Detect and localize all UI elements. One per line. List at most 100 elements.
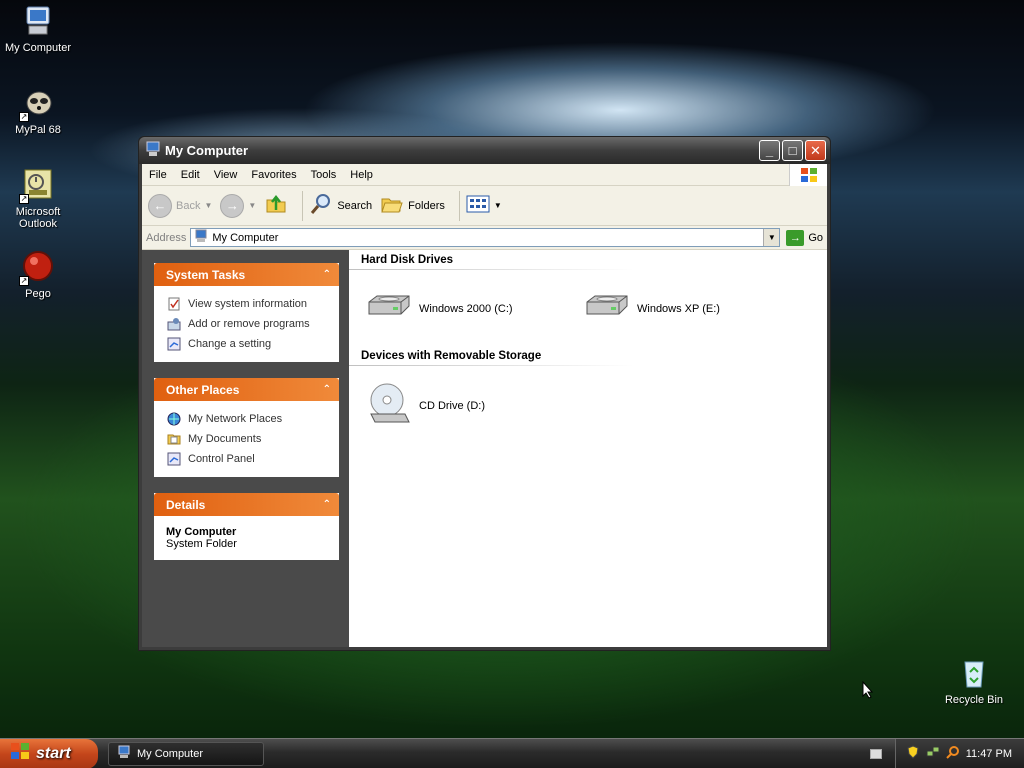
desktop-icon-recycle-bin[interactable]: Recycle Bin — [934, 656, 1014, 706]
details-header[interactable]: Details ⌃ — [154, 493, 339, 516]
windows-logo-icon — [789, 163, 827, 186]
title-bar[interactable]: My Computer _ □ ✕ — [139, 137, 830, 164]
details-name: My Computer — [166, 526, 237, 538]
desktop-icon-pego[interactable]: ↗ Pego — [0, 250, 78, 300]
other-places-header[interactable]: Other Places ⌃ — [154, 378, 339, 401]
my-computer-icon — [145, 141, 161, 160]
views-icon — [466, 194, 490, 217]
group-divider — [349, 365, 634, 366]
place-label: My Network Places — [188, 413, 283, 425]
hard-disk-icon — [583, 292, 631, 325]
go-arrow-icon: → — [786, 229, 805, 246]
window-title: My Computer — [165, 143, 249, 158]
desktop-icon-mypal[interactable]: ↗ MyPal 68 — [0, 86, 78, 136]
chevron-down-icon[interactable]: ▼ — [204, 201, 212, 210]
go-label: Go — [808, 231, 823, 244]
task-change-setting[interactable]: Change a setting — [166, 334, 327, 354]
outlook-icon: ↗ — [19, 168, 55, 204]
collapse-chevron-icon[interactable]: ⌃ — [323, 499, 331, 510]
up-button[interactable] — [264, 192, 288, 219]
removable-list: CD Drive (D:) — [365, 380, 827, 431]
control-panel-icon — [166, 336, 182, 352]
panel-title: Other Places — [166, 382, 240, 397]
other-places-panel: Other Places ⌃ My Network Places My Docu… — [154, 378, 339, 477]
drive-item[interactable]: CD Drive (D:) — [365, 380, 583, 431]
search-icon — [309, 192, 333, 219]
toolbar-separator — [458, 190, 460, 221]
folders-button[interactable]: Folders — [380, 192, 445, 219]
menu-file[interactable]: File — [142, 169, 174, 181]
hard-disk-list: Windows 2000 (C:) Windows XP (E:) — [365, 292, 827, 325]
task-add-remove-programs[interactable]: Add or remove programs — [166, 314, 327, 334]
search-button[interactable]: Search — [309, 192, 372, 219]
minimize-button[interactable]: _ — [759, 140, 780, 161]
go-button[interactable]: → Go — [786, 229, 823, 246]
clock[interactable]: 11:47 PM — [966, 748, 1012, 760]
drive-label: Windows 2000 (C:) — [419, 302, 513, 315]
menu-edit[interactable]: Edit — [174, 169, 207, 181]
address-dropdown-button[interactable]: ▼ — [763, 229, 780, 246]
system-tasks-header[interactable]: System Tasks ⌃ — [154, 263, 339, 286]
content-area: System Tasks ⌃ View system information A… — [142, 250, 827, 647]
task-view-system-info[interactable]: View system information — [166, 294, 327, 314]
desktop-icon-outlook[interactable]: ↗ Microsoft Outlook — [0, 168, 78, 230]
start-button[interactable]: start — [0, 738, 98, 768]
keyboard-icon[interactable] — [870, 749, 882, 759]
shortcut-arrow-icon: ↗ — [19, 112, 29, 122]
forward-button[interactable]: → ▼ — [220, 193, 256, 218]
network-icon[interactable] — [926, 745, 940, 762]
toolbar-separator — [302, 190, 304, 221]
task-label: Change a setting — [188, 338, 272, 350]
place-my-documents[interactable]: My Documents — [166, 429, 327, 449]
my-computer-icon — [117, 745, 131, 762]
place-my-network-places[interactable]: My Network Places — [166, 409, 327, 429]
drive-item[interactable]: Windows XP (E:) — [583, 292, 801, 325]
collapse-chevron-icon[interactable]: ⌃ — [323, 269, 331, 280]
menu-tools[interactable]: Tools — [304, 169, 344, 181]
details-type: System Folder — [166, 538, 237, 550]
taskbar-button-label: My Computer — [137, 747, 204, 760]
desktop-icon-label: Recycle Bin — [944, 694, 1004, 706]
chevron-down-icon: ▼ — [767, 233, 776, 242]
group-header-removable: Devices with Removable Storage — [361, 350, 542, 362]
group-header-hard-disks: Hard Disk Drives — [361, 254, 454, 266]
place-label: Control Panel — [188, 453, 255, 465]
menu-view[interactable]: View — [207, 169, 245, 181]
maximize-icon: □ — [788, 143, 797, 158]
mouse-cursor-icon — [862, 680, 874, 699]
drive-label: Windows XP (E:) — [637, 302, 720, 315]
address-label: Address — [146, 231, 187, 244]
group-divider — [349, 269, 634, 270]
views-button[interactable]: ▼ — [466, 194, 502, 217]
desktop-icon-label: My Computer — [4, 42, 72, 54]
minimize-icon: _ — [765, 143, 774, 158]
cd-drive-icon — [365, 380, 413, 431]
back-button[interactable]: ← Back ▼ — [148, 193, 212, 218]
desktop-icon-my-computer[interactable]: My Computer — [0, 4, 78, 54]
menu-favorites[interactable]: Favorites — [244, 169, 303, 181]
forward-arrow-icon: → — [220, 193, 245, 218]
system-info-icon — [166, 296, 182, 312]
task-label: Add or remove programs — [188, 318, 310, 330]
task-pane: System Tasks ⌃ View system information A… — [142, 250, 349, 647]
address-input[interactable]: My Computer ▼ — [190, 228, 781, 247]
my-computer-icon — [194, 229, 208, 246]
taskbar-button-my-computer[interactable]: My Computer — [108, 741, 264, 766]
shortcut-arrow-icon: ↗ — [19, 194, 29, 204]
collapse-chevron-icon[interactable]: ⌃ — [323, 384, 331, 395]
chevron-down-icon[interactable]: ▼ — [248, 201, 256, 210]
drive-label: CD Drive (D:) — [419, 399, 485, 412]
menu-help[interactable]: Help — [343, 169, 380, 181]
search-label: Search — [337, 199, 373, 212]
place-control-panel[interactable]: Control Panel — [166, 449, 327, 469]
folder-up-icon — [264, 192, 288, 219]
maximize-button[interactable]: □ — [782, 140, 803, 161]
security-shield-icon[interactable] — [906, 745, 920, 762]
menu-bar: File Edit View Favorites Tools Help — [142, 163, 827, 186]
search-icon[interactable] — [946, 745, 960, 762]
close-button[interactable]: ✕ — [805, 140, 826, 161]
task-label: View system information — [188, 298, 308, 310]
my-documents-icon — [166, 431, 182, 447]
drive-item[interactable]: Windows 2000 (C:) — [365, 292, 583, 325]
folders-label: Folders — [408, 199, 445, 212]
